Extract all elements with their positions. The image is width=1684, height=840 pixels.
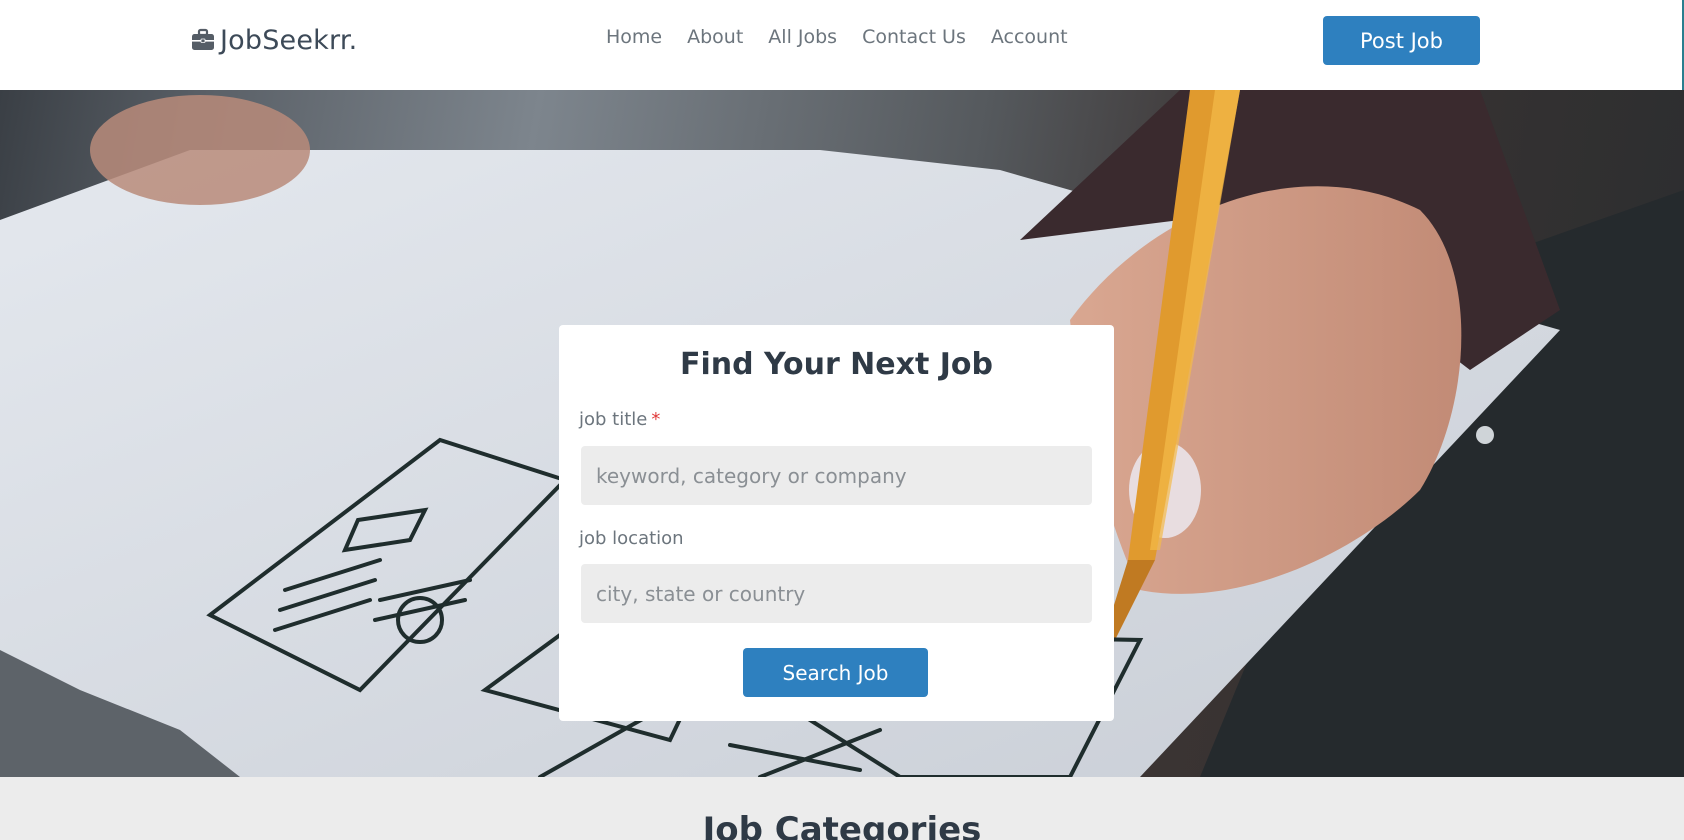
job-categories-title: Job Categories bbox=[702, 810, 982, 840]
nav-account[interactable]: Account bbox=[991, 26, 1068, 48]
search-form-title: Find Your Next Job bbox=[679, 347, 994, 382]
job-title-label: job title * bbox=[579, 409, 660, 430]
brand-logo[interactable]: JobSeekrr. bbox=[190, 22, 357, 58]
job-search-form: Find Your Next Job job title* job locati… bbox=[559, 325, 1114, 721]
navbar: JobSeekrr. Home About All Jobs Contact U… bbox=[0, 0, 1684, 90]
search-job-button[interactable]: Search Job bbox=[743, 648, 928, 697]
post-job-button[interactable]: Post Job bbox=[1323, 16, 1480, 65]
briefcase-icon bbox=[190, 27, 216, 53]
job-location-input[interactable] bbox=[581, 564, 1092, 623]
nav-about[interactable]: About bbox=[687, 26, 743, 48]
job-categories-section: Job Categories bbox=[0, 777, 1684, 840]
nav-contact-us[interactable]: Contact Us bbox=[862, 26, 966, 48]
hero-banner: Find Your Next Job job title* job locati… bbox=[0, 90, 1684, 777]
nav-all-jobs[interactable]: All Jobs bbox=[768, 26, 837, 48]
required-marker: * bbox=[651, 409, 661, 430]
main-nav: Home About All Jobs Contact Us Account bbox=[606, 26, 1068, 48]
job-title-input[interactable] bbox=[581, 446, 1092, 505]
job-title-label-text: job title bbox=[579, 409, 648, 430]
nav-home[interactable]: Home bbox=[606, 26, 662, 48]
brand-name: JobSeekrr. bbox=[220, 24, 358, 56]
job-location-label: job location bbox=[579, 528, 684, 549]
